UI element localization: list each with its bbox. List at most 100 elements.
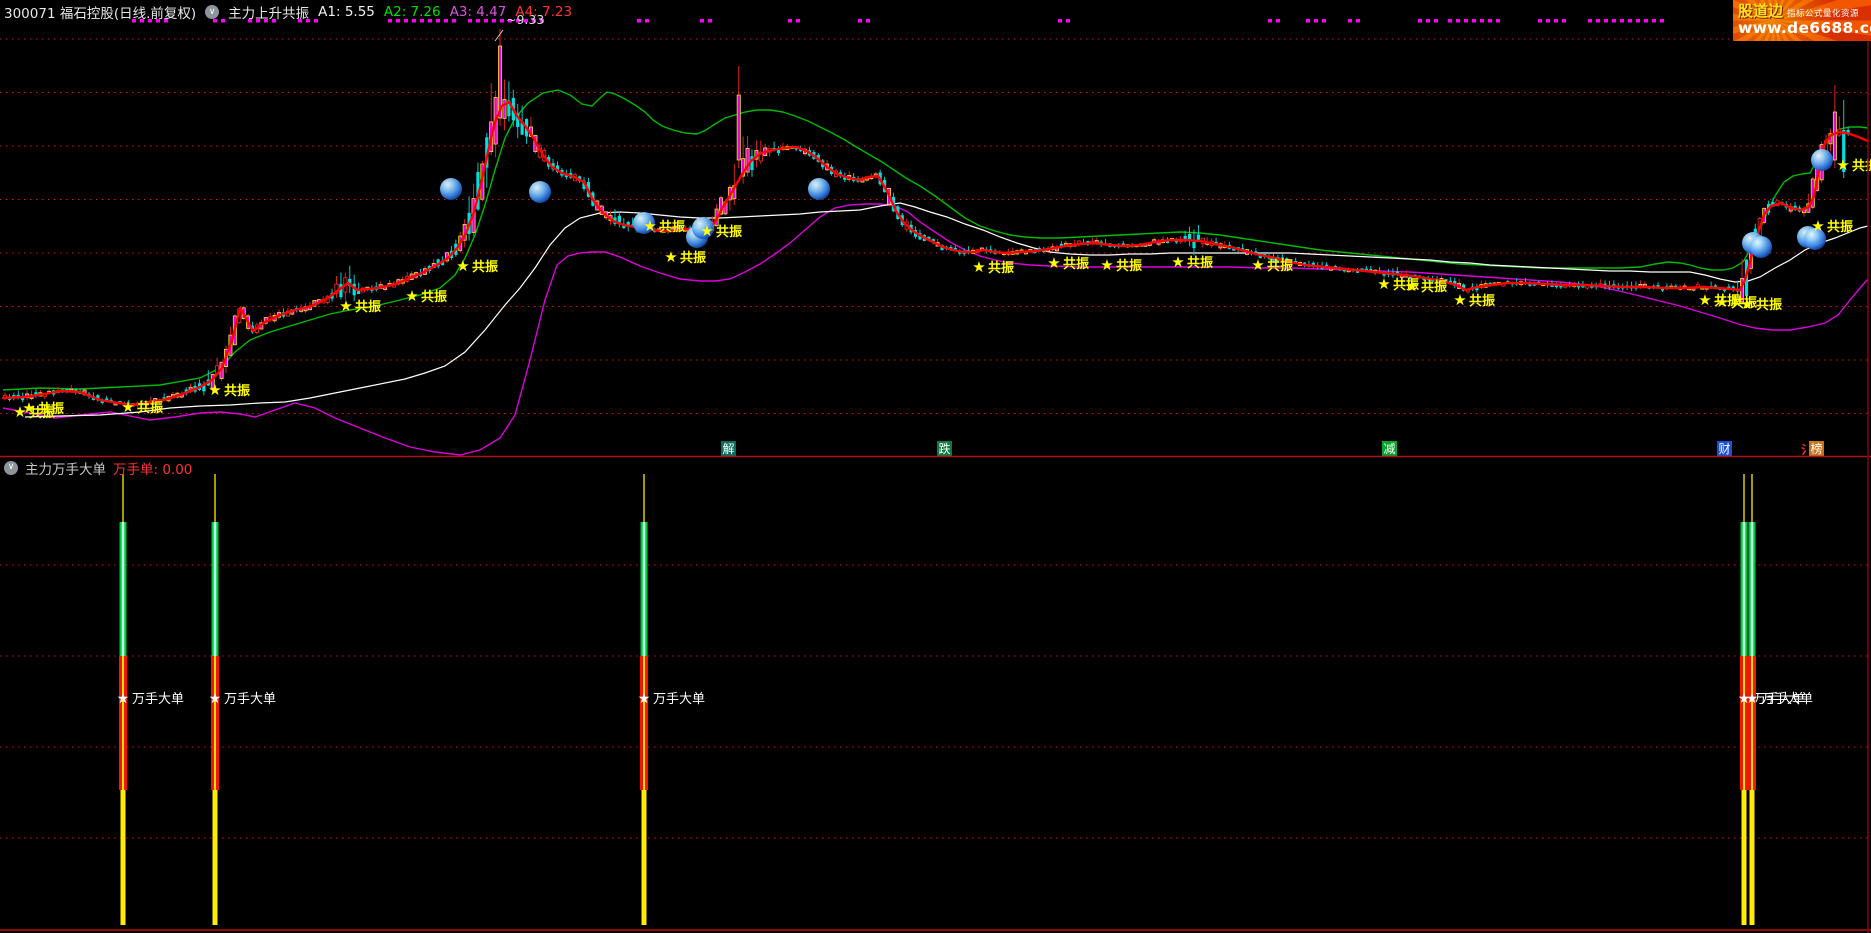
signal-bar-yellow: [213, 790, 218, 925]
sphere-marker: [1811, 149, 1833, 171]
signal-dot: [1348, 19, 1352, 23]
resonance-star-icon: ★: [456, 257, 469, 275]
signal-dot: [1488, 19, 1492, 23]
signal-dot: [1538, 19, 1542, 23]
signal-dot: [1546, 19, 1550, 23]
signal-dot: [1604, 19, 1608, 23]
signal-bar-cyan-core: [214, 522, 217, 656]
lower-band-line: [3, 204, 1868, 455]
resonance-star-icon: ★: [643, 217, 656, 235]
candle-up: [1833, 112, 1836, 160]
signal-dot: [1620, 19, 1624, 23]
resonance-label: 共振: [355, 299, 381, 315]
sphere-marker: [1750, 236, 1772, 258]
resonance-label: 共振: [1469, 293, 1495, 309]
resonance-star-icon: ★: [208, 381, 221, 399]
resonance-star-icon: ★: [972, 258, 985, 276]
signal-dot: [866, 19, 870, 23]
chart-canvas[interactable]: ~9.33★共振★共振★共振★共振★共振★共振★共振★共振★共振★共振★共振★共…: [0, 0, 1871, 933]
resonance-label: 共振: [659, 219, 685, 235]
signal-bar-cyan-core: [1743, 522, 1746, 656]
signal-bar-cyan-core: [643, 522, 646, 656]
signal-bar-yellow: [642, 790, 647, 925]
resonance-label: 共振: [1116, 258, 1142, 274]
resonance-star-icon: ★: [700, 222, 713, 240]
signal-dot: [1306, 19, 1310, 23]
resonance-label: 共振: [1267, 258, 1293, 274]
event-tag: 减: [1383, 442, 1395, 456]
resonance-star-icon: ★: [1251, 256, 1264, 274]
signal-dot: [1612, 19, 1616, 23]
resonance-label: 共振: [472, 259, 498, 275]
signal-dot: [1434, 19, 1438, 23]
indicator-name: 主力上升共振: [228, 2, 309, 22]
collapse-main-indicator-icon[interactable]: ∨: [205, 5, 219, 19]
resonance-label: 共振: [137, 400, 163, 416]
signal-dot: [708, 19, 712, 23]
resonance-star-icon: ★: [1171, 253, 1184, 271]
signal-dot: [1268, 19, 1272, 23]
stock-title: 300071 福石控股(日线.前复权): [4, 2, 196, 22]
resonance-label: 共振: [421, 289, 447, 305]
signal-dot: [788, 19, 792, 23]
signal-bar-yellow: [1750, 790, 1755, 925]
sphere-marker: [808, 178, 830, 200]
resonance-star-icon: ★: [1100, 256, 1113, 274]
signal-label: 万手大单: [653, 692, 705, 707]
signal-dot: [1418, 19, 1422, 23]
signal-dot: [1066, 19, 1070, 23]
resonance-label: 共振: [1063, 256, 1089, 272]
resonance-star-icon: ★: [339, 297, 352, 315]
signal-bar-yellow: [1742, 790, 1747, 925]
signal-dot: [1660, 19, 1664, 23]
signal-bar-red-core: [214, 656, 216, 790]
subpanel-header: ∨ 主力万手大单 万手单: 0.00: [4, 459, 192, 476]
candle-down: [1192, 242, 1195, 248]
signal-dot: [1464, 19, 1468, 23]
indicator-value-a2: A2: 7.26: [384, 4, 441, 20]
signal-label: 万手大单: [132, 692, 184, 707]
signal-dot: [796, 19, 800, 23]
resonance-label: 共振: [988, 260, 1014, 276]
signal-bar-cyan-core: [122, 522, 125, 656]
signal-dot: [1644, 19, 1648, 23]
signal-dot: [1448, 19, 1452, 23]
signal-dot: [1480, 19, 1484, 23]
resonance-star-icon: ★: [405, 287, 418, 305]
signal-dot: [637, 19, 641, 23]
signal-bar-cyan-core: [1751, 522, 1754, 656]
signal-star-icon: ★: [1746, 691, 1759, 707]
sphere-marker: [529, 181, 551, 203]
subpanel-title: 主力万手大单: [25, 458, 106, 478]
event-tag: 榜: [1810, 441, 1822, 456]
signal-dot: [1636, 19, 1640, 23]
resonance-label: 共振: [1187, 255, 1213, 271]
event-tag: 跌: [938, 441, 950, 456]
app-window: ~9.33★共振★共振★共振★共振★共振★共振★共振★共振★共振★共振★共振★共…: [0, 0, 1871, 933]
resonance-star-icon: ★: [1377, 275, 1390, 293]
event-tag: 解: [722, 442, 734, 456]
signal-star-icon: ★: [117, 691, 130, 707]
resonance-star-icon: ★: [1836, 156, 1849, 174]
resonance-label: 共振: [680, 250, 706, 266]
candle-up: [503, 99, 506, 118]
signal-label: 万手大单: [1761, 692, 1813, 707]
resonance-star-icon: ★: [22, 399, 35, 417]
resonance-star-icon: ★: [1453, 291, 1466, 309]
signal-dot: [1356, 19, 1360, 23]
collapse-sub-indicator-icon[interactable]: ∨: [4, 461, 18, 475]
sphere-marker: [440, 178, 462, 200]
signal-bar-red-core: [1743, 656, 1745, 790]
upper-band-line: [3, 90, 1868, 390]
resonance-label: 共振: [38, 401, 64, 417]
resonance-star-icon: ★: [1715, 293, 1728, 311]
signal-dot: [1652, 19, 1656, 23]
signal-dot: [858, 19, 862, 23]
resonance-star-icon: ★: [1405, 277, 1418, 295]
resonance-label: 共振: [224, 383, 250, 399]
signal-star-icon: ★: [209, 691, 222, 707]
brand-watermark: 股道边 指标公式量化资源 www.de6688.com: [1733, 0, 1871, 41]
resonance-label: 共振: [1756, 297, 1782, 313]
resonance-star-icon: ★: [664, 248, 677, 266]
resonance-star-icon: ★: [1811, 217, 1824, 235]
